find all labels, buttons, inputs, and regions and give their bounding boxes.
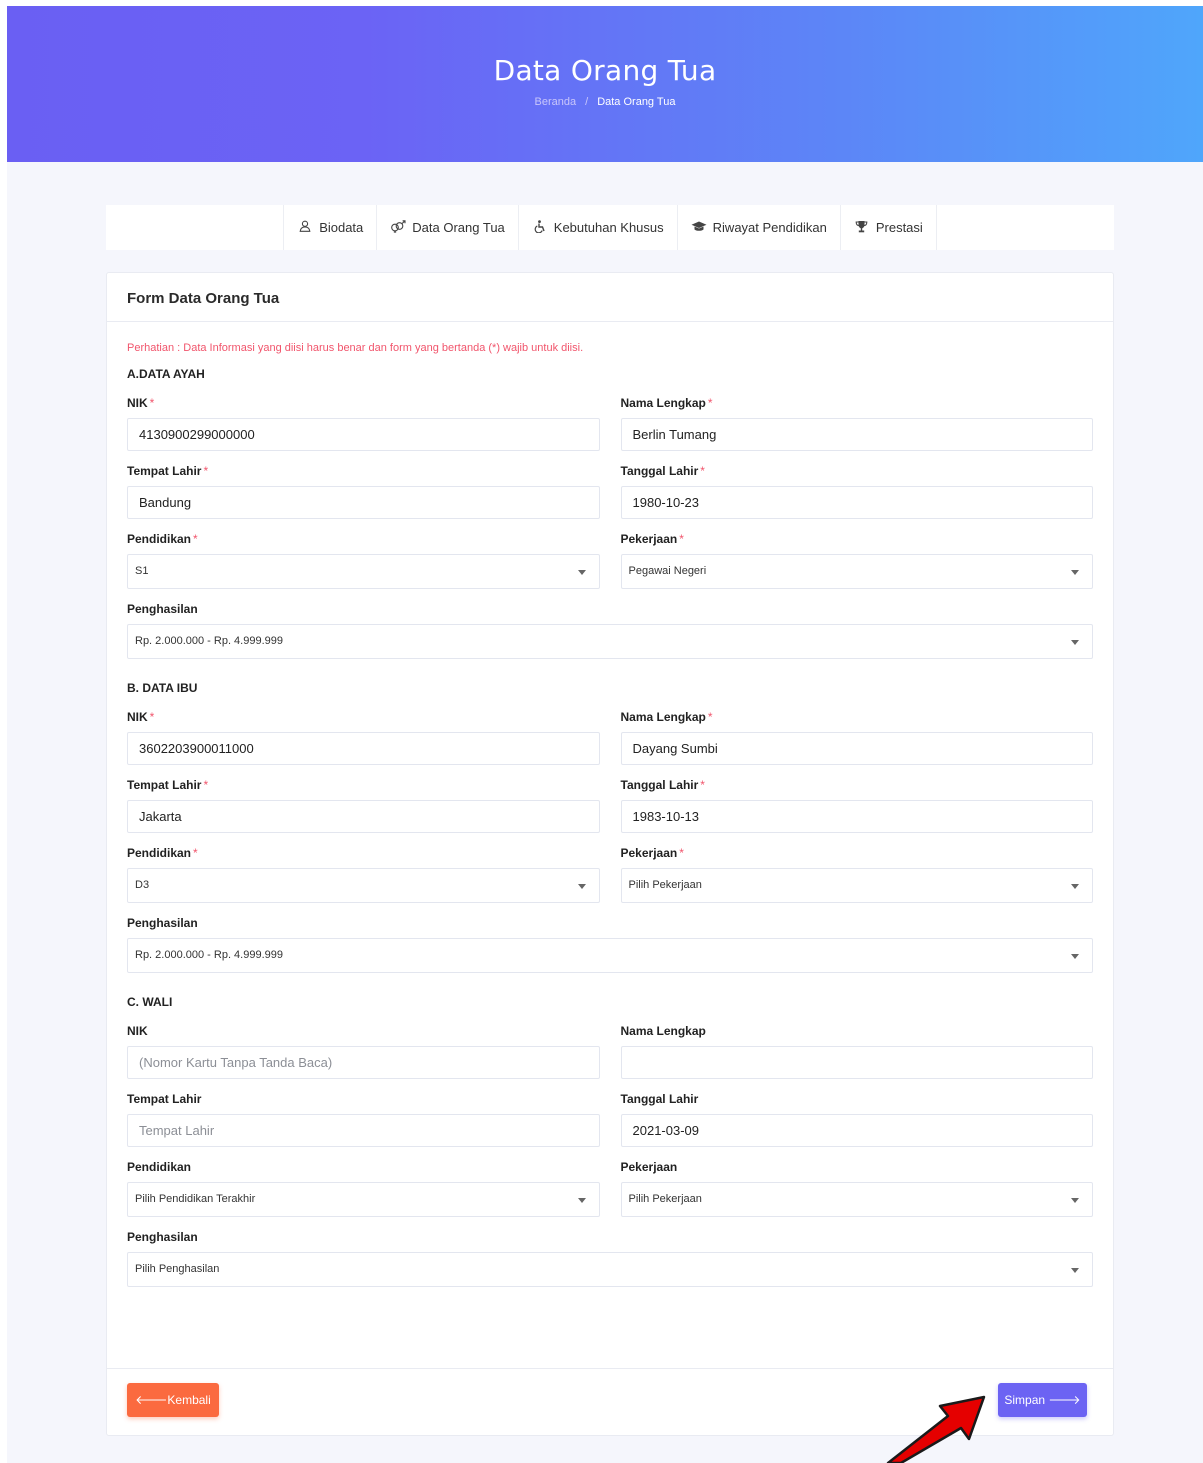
- field-label: NIK: [127, 1024, 148, 1038]
- field-label: Tempat Lahir *: [127, 778, 209, 792]
- chevron-down-icon: [577, 570, 586, 575]
- breadcrumb: Beranda / Data Orang Tua: [7, 96, 1203, 108]
- required-notice: Perhatian : Data Informasi yang diisi ha…: [127, 342, 584, 354]
- required-mark: *: [193, 846, 198, 860]
- wali-penghasilan-select[interactable]: Pilih Penghasilan: [127, 1252, 1093, 1287]
- required-mark: *: [149, 710, 155, 724]
- field-label: Pekerjaan: [620, 1160, 678, 1174]
- chevron-down-icon: [577, 1198, 586, 1203]
- tab-label: Prestasi: [875, 220, 923, 235]
- field-label: Tanggal Lahir *: [620, 464, 705, 478]
- chevron-down-icon: [577, 884, 586, 889]
- ibu-pendidikan-select[interactable]: D3: [127, 868, 600, 903]
- ayah-penghasilan-select[interactable]: Rp. 2.000.000 - Rp. 4.999.999: [127, 624, 1093, 659]
- ibu-penghasilan-select[interactable]: Rp. 2.000.000 - Rp. 4.999.999: [127, 938, 1093, 973]
- section-title-wali: C. WALI: [127, 995, 173, 1009]
- wali-nik-input[interactable]: (Nomor Kartu Tanpa Tanda Baca): [127, 1046, 600, 1079]
- gender-icon: [390, 219, 406, 236]
- field-label: Penghasilan: [127, 1230, 198, 1244]
- form-title: Form Data Orang Tua: [107, 273, 1113, 322]
- chevron-down-icon: [1071, 1198, 1079, 1203]
- ayah-pendidikan-select[interactable]: S1: [127, 554, 600, 589]
- ayah-nik-input[interactable]: 4130900299000000: [127, 418, 600, 451]
- wali-nama-input[interactable]: [620, 1046, 1093, 1079]
- ibu-nama-input[interactable]: Dayang Sumbi: [620, 732, 1093, 765]
- field-label: Tanggal Lahir: [620, 1092, 699, 1106]
- field-label: Pendidikan *: [127, 846, 198, 860]
- ibu-pekerjaan-select[interactable]: Pilih Pekerjaan: [620, 868, 1093, 903]
- graduation-cap-icon: [691, 221, 707, 235]
- page-title: Data Orang Tua: [493, 54, 717, 87]
- required-mark: *: [707, 396, 713, 410]
- field-label: Nama Lengkap *: [620, 710, 713, 724]
- trophy-icon: [854, 220, 870, 236]
- field-label: NIK *: [127, 396, 155, 410]
- chevron-down-icon: [1071, 640, 1079, 645]
- ibu-nik-input[interactable]: 3602203900011000: [127, 732, 600, 765]
- field-label: Pendidikan: [127, 1160, 192, 1174]
- ayah-tempat-lahir-input[interactable]: Bandung: [127, 486, 600, 519]
- form-card: Form Data Orang Tua Perhatian : Data Inf…: [106, 272, 1114, 1436]
- field-label: NIK *: [127, 710, 155, 724]
- tab-kebutuhan-khusus[interactable]: Kebutuhan Khusus: [517, 205, 677, 250]
- arrow-left-icon: 🡐: [135, 1393, 168, 1407]
- ayah-pekerjaan-select[interactable]: Pegawai Negeri: [620, 554, 1093, 589]
- field-label: Pendidikan *: [127, 532, 198, 546]
- ayah-nama-input[interactable]: Berlin Tumang: [620, 418, 1093, 451]
- section-title-ayah: A.DATA AYAH: [127, 367, 205, 381]
- wali-tanggal-lahir-input[interactable]: 2021-03-09: [620, 1114, 1093, 1147]
- breadcrumb-separator: /: [585, 96, 589, 108]
- wali-tempat-lahir-input[interactable]: Tempat Lahir: [127, 1114, 600, 1147]
- field-label: Pekerjaan *: [620, 846, 684, 860]
- wali-pendidikan-select[interactable]: Pilih Pendidikan Terakhir: [127, 1182, 600, 1217]
- tab-prestasi[interactable]: Prestasi: [839, 205, 937, 250]
- chevron-down-icon: [1071, 1268, 1079, 1273]
- tab-label: Kebutuhan Khusus: [553, 220, 664, 235]
- tab-label: Riwayat Pendidikan: [712, 220, 827, 235]
- field-label: Nama Lengkap: [620, 1024, 706, 1038]
- tab-riwayat-pendidikan[interactable]: Riwayat Pendidikan: [676, 205, 840, 250]
- ayah-tanggal-lahir-input[interactable]: 1980-10-23: [620, 486, 1093, 519]
- back-button[interactable]: 🡐Kembali: [127, 1383, 219, 1417]
- required-mark: *: [203, 778, 209, 792]
- save-button[interactable]: Simpan 🡒: [998, 1383, 1087, 1417]
- tab-label: Biodata: [319, 220, 364, 235]
- annotation-arrow-icon: [886, 1395, 986, 1463]
- chevron-down-icon: [1071, 570, 1079, 575]
- field-label: Tempat Lahir *: [127, 464, 209, 478]
- required-mark: *: [700, 464, 705, 478]
- tab-biodata[interactable]: Biodata: [283, 205, 376, 250]
- chevron-down-icon: [1071, 954, 1079, 959]
- required-mark: *: [193, 532, 198, 546]
- required-mark: *: [707, 710, 713, 724]
- required-mark: *: [700, 778, 705, 792]
- breadcrumb-home[interactable]: Beranda: [535, 96, 577, 108]
- required-mark: *: [679, 846, 684, 860]
- wali-pekerjaan-select[interactable]: Pilih Pekerjaan: [620, 1182, 1093, 1217]
- field-label: Penghasilan: [127, 602, 198, 616]
- page: Data Orang Tua Beranda / Data Orang Tua Bi…: [7, 6, 1203, 1463]
- required-mark: *: [149, 396, 155, 410]
- field-label: Pekerjaan *: [620, 532, 684, 546]
- field-label: Nama Lengkap *: [620, 396, 713, 410]
- page-header: Data Orang Tua Beranda / Data Orang Tua: [7, 6, 1203, 162]
- required-mark: *: [679, 532, 684, 546]
- form-tabs: Biodata Data Orang Tua Kebutuhan Khusus …: [106, 205, 1114, 250]
- user-icon: [297, 220, 313, 235]
- breadcrumb-current: Data Orang Tua: [597, 96, 676, 108]
- field-label: Tempat Lahir: [127, 1092, 202, 1106]
- field-label: Penghasilan: [127, 916, 198, 930]
- form-body: Perhatian : Data Informasi yang diisi ha…: [107, 322, 1113, 1368]
- wheelchair-icon: [532, 219, 548, 236]
- arrow-right-icon: 🡒: [1048, 1393, 1081, 1407]
- tab-data-orang-tua[interactable]: Data Orang Tua: [376, 205, 518, 250]
- ibu-tanggal-lahir-input[interactable]: 1983-10-13: [620, 800, 1093, 833]
- ibu-tempat-lahir-input[interactable]: Jakarta: [127, 800, 600, 833]
- tab-label: Data Orang Tua: [412, 220, 505, 235]
- field-label: Tanggal Lahir *: [620, 778, 705, 792]
- section-title-ibu: B. DATA IBU: [127, 681, 198, 695]
- chevron-down-icon: [1071, 884, 1079, 889]
- required-mark: *: [203, 464, 209, 478]
